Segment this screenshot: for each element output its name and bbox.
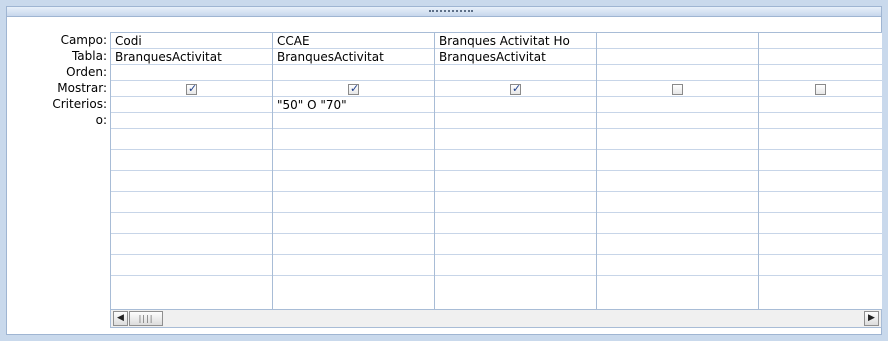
cell-orden-1[interactable] (111, 65, 272, 81)
cell-empty[interactable] (597, 171, 758, 192)
cell-empty[interactable] (597, 213, 758, 234)
cell-o-3[interactable] (435, 113, 596, 129)
cell-empty[interactable] (111, 255, 272, 276)
grid-column-2: CCAEBranquesActivitat "50" O "70" (273, 33, 435, 309)
cell-tabla-5[interactable] (759, 49, 882, 65)
cell-empty[interactable] (759, 150, 882, 171)
row-label-campo: Campo: (60, 33, 107, 47)
cell-o-2[interactable] (273, 113, 434, 129)
cell-empty[interactable] (759, 234, 882, 255)
cell-o-1[interactable] (111, 113, 272, 129)
show-checkbox[interactable] (815, 84, 826, 95)
query-design-grid-pane: Campo: Tabla: Orden: Mostrar: Criterios:… (0, 0, 888, 341)
cell-empty[interactable] (273, 129, 434, 150)
cell-mostrar-1[interactable] (111, 81, 272, 97)
scroll-left-icon[interactable]: ◀ (113, 311, 128, 326)
cell-criterios-2[interactable]: "50" O "70" (273, 97, 434, 113)
grid-column-1: Codi BranquesActivitat (111, 33, 273, 309)
cell-empty[interactable] (273, 150, 434, 171)
cell-criterios-1[interactable] (111, 97, 272, 113)
cell-orden-5[interactable] (759, 65, 882, 81)
scroll-thumb[interactable]: |||| (129, 311, 163, 326)
row-label-mostrar: Mostrar: (57, 81, 107, 95)
cell-empty[interactable] (435, 213, 596, 234)
row-labels: Campo: Tabla: Orden: Mostrar: Criterios:… (7, 32, 111, 128)
cell-empty[interactable] (435, 171, 596, 192)
pane-splitter-bar[interactable] (6, 6, 882, 17)
cell-empty[interactable] (759, 192, 882, 213)
cell-campo-3[interactable]: Branques Activitat Ho (435, 33, 596, 49)
cell-empty[interactable] (435, 255, 596, 276)
cell-empty[interactable] (435, 192, 596, 213)
cell-criterios-5[interactable] (759, 97, 882, 113)
row-label-orden: Orden: (66, 65, 107, 79)
query-grid: CodiBranquesActivitatCCAEBranquesActivit… (110, 32, 882, 310)
cell-empty[interactable] (273, 192, 434, 213)
cell-orden-3[interactable] (435, 65, 596, 81)
cell-tabla-1[interactable]: BranquesActivitat (111, 49, 272, 65)
show-checkbox[interactable] (186, 81, 197, 96)
cell-empty[interactable] (597, 255, 758, 276)
scroll-right-icon[interactable]: ▶ (864, 311, 879, 326)
row-label-criterios: Criterios: (52, 97, 107, 111)
cell-mostrar-3[interactable] (435, 81, 596, 97)
cell-campo-5[interactable] (759, 33, 882, 49)
cell-empty[interactable] (111, 150, 272, 171)
grid-column-5 (759, 33, 882, 309)
cell-empty[interactable] (435, 234, 596, 255)
grid-column-4 (597, 33, 759, 309)
cell-empty[interactable] (759, 255, 882, 276)
splitter-grip-icon[interactable] (429, 10, 473, 14)
cell-empty[interactable] (111, 129, 272, 150)
cell-empty[interactable] (597, 234, 758, 255)
cell-empty[interactable] (273, 171, 434, 192)
cell-empty[interactable] (111, 192, 272, 213)
cell-criterios-4[interactable] (597, 97, 758, 113)
cell-tabla-4[interactable] (597, 49, 758, 65)
cell-empty[interactable] (759, 129, 882, 150)
cell-empty[interactable] (111, 171, 272, 192)
cell-empty[interactable] (435, 129, 596, 150)
horizontal-scrollbar[interactable]: ◀ |||| ▶ (110, 310, 882, 328)
row-label-o: o: (95, 113, 107, 127)
cell-empty[interactable] (435, 150, 596, 171)
cell-empty[interactable] (273, 255, 434, 276)
cell-mostrar-2[interactable] (273, 81, 434, 97)
cell-orden-2[interactable] (273, 65, 434, 81)
cell-mostrar-5[interactable] (759, 81, 882, 97)
design-grid-panel: Campo: Tabla: Orden: Mostrar: Criterios:… (6, 17, 882, 335)
cell-tabla-3[interactable]: BranquesActivitat (435, 49, 596, 65)
cell-empty[interactable] (759, 213, 882, 234)
cell-empty[interactable] (597, 129, 758, 150)
cell-campo-2[interactable]: CCAE (273, 33, 434, 49)
cell-empty[interactable] (111, 234, 272, 255)
grid-column-3: Branques Activitat Ho BranquesActivitat (435, 33, 597, 309)
show-checkbox[interactable] (510, 81, 521, 96)
show-checkbox[interactable] (672, 84, 683, 95)
cell-empty[interactable] (111, 213, 272, 234)
cell-empty[interactable] (759, 171, 882, 192)
cell-mostrar-4[interactable] (597, 81, 758, 97)
cell-campo-1[interactable]: Codi (111, 33, 272, 49)
cell-empty[interactable] (273, 213, 434, 234)
cell-criterios-3[interactable] (435, 97, 596, 113)
cell-campo-4[interactable] (597, 33, 758, 49)
row-label-tabla: Tabla: (71, 49, 107, 63)
cell-empty[interactable] (597, 150, 758, 171)
cell-empty[interactable] (597, 192, 758, 213)
cell-o-4[interactable] (597, 113, 758, 129)
cell-orden-4[interactable] (597, 65, 758, 81)
show-checkbox[interactable] (348, 81, 359, 96)
cell-o-5[interactable] (759, 113, 882, 129)
cell-tabla-2[interactable]: BranquesActivitat (273, 49, 434, 65)
cell-empty[interactable] (273, 234, 434, 255)
